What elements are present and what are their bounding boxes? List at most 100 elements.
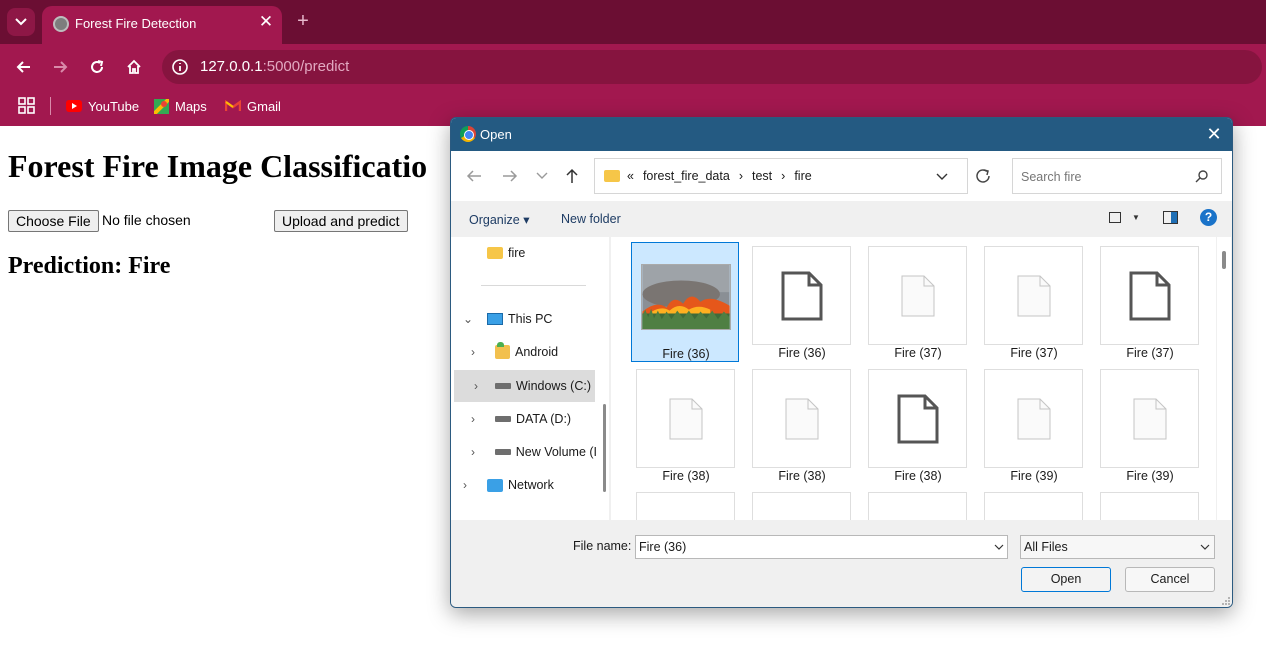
apps-grid-icon[interactable]	[18, 97, 35, 114]
resize-grip-icon[interactable]	[1221, 596, 1231, 606]
help-icon[interactable]: ?	[1200, 209, 1217, 226]
tree-label: fire	[508, 246, 526, 260]
drive-icon	[495, 416, 511, 422]
tree-item-data-d[interactable]: › DATA (D:)	[471, 403, 603, 435]
file-thumbnail	[636, 247, 735, 346]
tab-active[interactable]: Forest Fire Detection ✕	[42, 6, 282, 44]
file-tile[interactable]: Fire (38)	[748, 365, 856, 485]
breadcrumb-item[interactable]: forest_fire_data	[643, 169, 730, 183]
chevron-right-icon[interactable]: ›	[463, 478, 467, 492]
tree-label: DATA (D:)	[516, 412, 572, 426]
forward-button[interactable]	[48, 55, 72, 79]
home-button[interactable]	[122, 55, 146, 79]
open-file-dialog: Open ✕ « forest_fire_data › test › fire	[450, 117, 1233, 608]
file-tile-partial[interactable]	[1096, 488, 1204, 520]
tab-close-icon[interactable]: ✕	[256, 12, 276, 32]
arrow-left-icon	[16, 61, 30, 73]
search-icon	[1195, 170, 1208, 183]
command-bar: Organize ▾ New folder ▼ ?	[451, 201, 1232, 237]
chevron-right-icon[interactable]: ›	[471, 412, 475, 426]
tree-item-this-pc[interactable]: ⌄ This PC	[463, 303, 603, 335]
recent-locations-button[interactable]	[531, 165, 553, 187]
breadcrumb-item[interactable]: fire	[794, 169, 811, 183]
drive-icon	[495, 449, 511, 455]
reload-button[interactable]	[85, 55, 109, 79]
globe-icon	[53, 16, 69, 32]
file-label: Fire (37)	[1126, 346, 1174, 360]
file-tile-partial[interactable]	[632, 488, 740, 520]
file-status-text: No file chosen	[102, 212, 191, 228]
file-tile[interactable]: Fire (38)	[864, 365, 972, 485]
address-bar[interactable]: 127.0.0.1:5000/predict	[162, 50, 1262, 84]
new-tab-button[interactable]: +	[292, 10, 314, 32]
file-tile-partial[interactable]	[980, 488, 1088, 520]
chevron-right-icon[interactable]: ›	[474, 379, 478, 393]
file-scrollbar-thumb[interactable]	[1222, 251, 1226, 269]
choose-file-button[interactable]: Choose File	[8, 210, 99, 232]
up-folder-button[interactable]	[561, 165, 583, 187]
bookmark-maps[interactable]: Maps	[154, 97, 207, 115]
view-options-icon[interactable]	[1109, 212, 1121, 223]
info-icon[interactable]	[171, 58, 189, 76]
bookmark-gmail[interactable]: Gmail	[225, 97, 281, 115]
file-tile[interactable]: Fire (37)	[980, 242, 1088, 362]
breadcrumb-separator: ›	[781, 169, 786, 183]
file-tile[interactable]: Fire (36)	[748, 242, 856, 362]
dialog-back-button[interactable]	[463, 165, 485, 187]
file-tile[interactable]: Fire (39)	[1096, 365, 1204, 485]
chevron-right-icon[interactable]: ›	[471, 445, 475, 459]
bookmark-youtube[interactable]: YouTube	[66, 97, 139, 115]
chevron-down-icon	[15, 18, 27, 26]
file-tile-selected[interactable]: Fire (36)	[631, 242, 739, 362]
tab-search-button[interactable]	[7, 8, 35, 36]
file-tile[interactable]: Fire (37)	[864, 242, 972, 362]
file-scrollbar-track[interactable]	[1217, 237, 1231, 520]
file-thumbnail	[636, 369, 735, 468]
refresh-icon[interactable]	[972, 165, 994, 187]
caret-down-icon[interactable]: ▼	[1132, 213, 1140, 222]
file-tile-partial[interactable]	[864, 488, 972, 520]
preview-pane-icon[interactable]	[1163, 211, 1178, 224]
file-type-select[interactable]: All Files	[1020, 535, 1215, 559]
tree-item-windows-c[interactable]: › Windows (C:)	[454, 370, 595, 402]
open-button[interactable]: Open	[1021, 567, 1111, 592]
dialog-titlebar[interactable]: Open ✕	[451, 118, 1232, 151]
file-tile[interactable]: Fire (39)	[980, 365, 1088, 485]
breadcrumb-item[interactable]: test	[752, 169, 772, 183]
tab-title: Forest Fire Detection	[75, 16, 197, 31]
upload-predict-button[interactable]: Upload and predict	[274, 210, 408, 232]
breadcrumb[interactable]: « forest_fire_data › test › fire	[594, 158, 968, 194]
chevron-down-icon[interactable]	[994, 542, 1004, 552]
dialog-forward-button[interactable]	[499, 165, 521, 187]
file-name-input[interactable]: Fire (36)	[635, 535, 1008, 559]
file-tile[interactable]: Fire (38)	[632, 365, 740, 485]
tree-item-new-volume[interactable]: › New Volume (I	[471, 436, 597, 468]
bookmark-label: Maps	[175, 98, 207, 114]
tree-item-network[interactable]: › Network	[463, 469, 603, 501]
file-tile-partial[interactable]	[748, 488, 856, 520]
organize-menu[interactable]: Organize ▾	[469, 212, 529, 227]
dialog-close-icon[interactable]: ✕	[1201, 123, 1227, 145]
back-button[interactable]	[12, 55, 36, 79]
search-input[interactable]: Search fire	[1012, 158, 1222, 194]
nav-scrollbar[interactable]	[603, 404, 606, 492]
tree-item-fire[interactable]: fire	[487, 237, 525, 269]
file-thumbnail	[1100, 246, 1199, 345]
bookmarks-bar: YouTube Maps Gmail	[0, 93, 1266, 119]
cancel-button[interactable]: Cancel	[1125, 567, 1215, 592]
document-icon	[1017, 398, 1050, 439]
chevron-down-icon[interactable]	[935, 169, 949, 183]
search-placeholder: Search fire	[1021, 170, 1082, 184]
tab-strip: Forest Fire Detection ✕ +	[0, 0, 1266, 44]
youtube-icon	[66, 100, 82, 112]
folder-icon	[604, 170, 620, 182]
file-thumbnail	[868, 492, 967, 520]
breadcrumb-overflow[interactable]: «	[627, 169, 634, 183]
file-tile[interactable]: Fire (37)	[1096, 242, 1204, 362]
breadcrumb-separator: ›	[738, 169, 743, 183]
tree-item-android[interactable]: › Android	[471, 336, 603, 368]
chevron-right-icon[interactable]: ›	[471, 345, 475, 359]
document-icon	[785, 398, 818, 439]
chevron-down-icon[interactable]: ⌄	[463, 312, 473, 326]
new-folder-button[interactable]: New folder	[561, 212, 621, 226]
